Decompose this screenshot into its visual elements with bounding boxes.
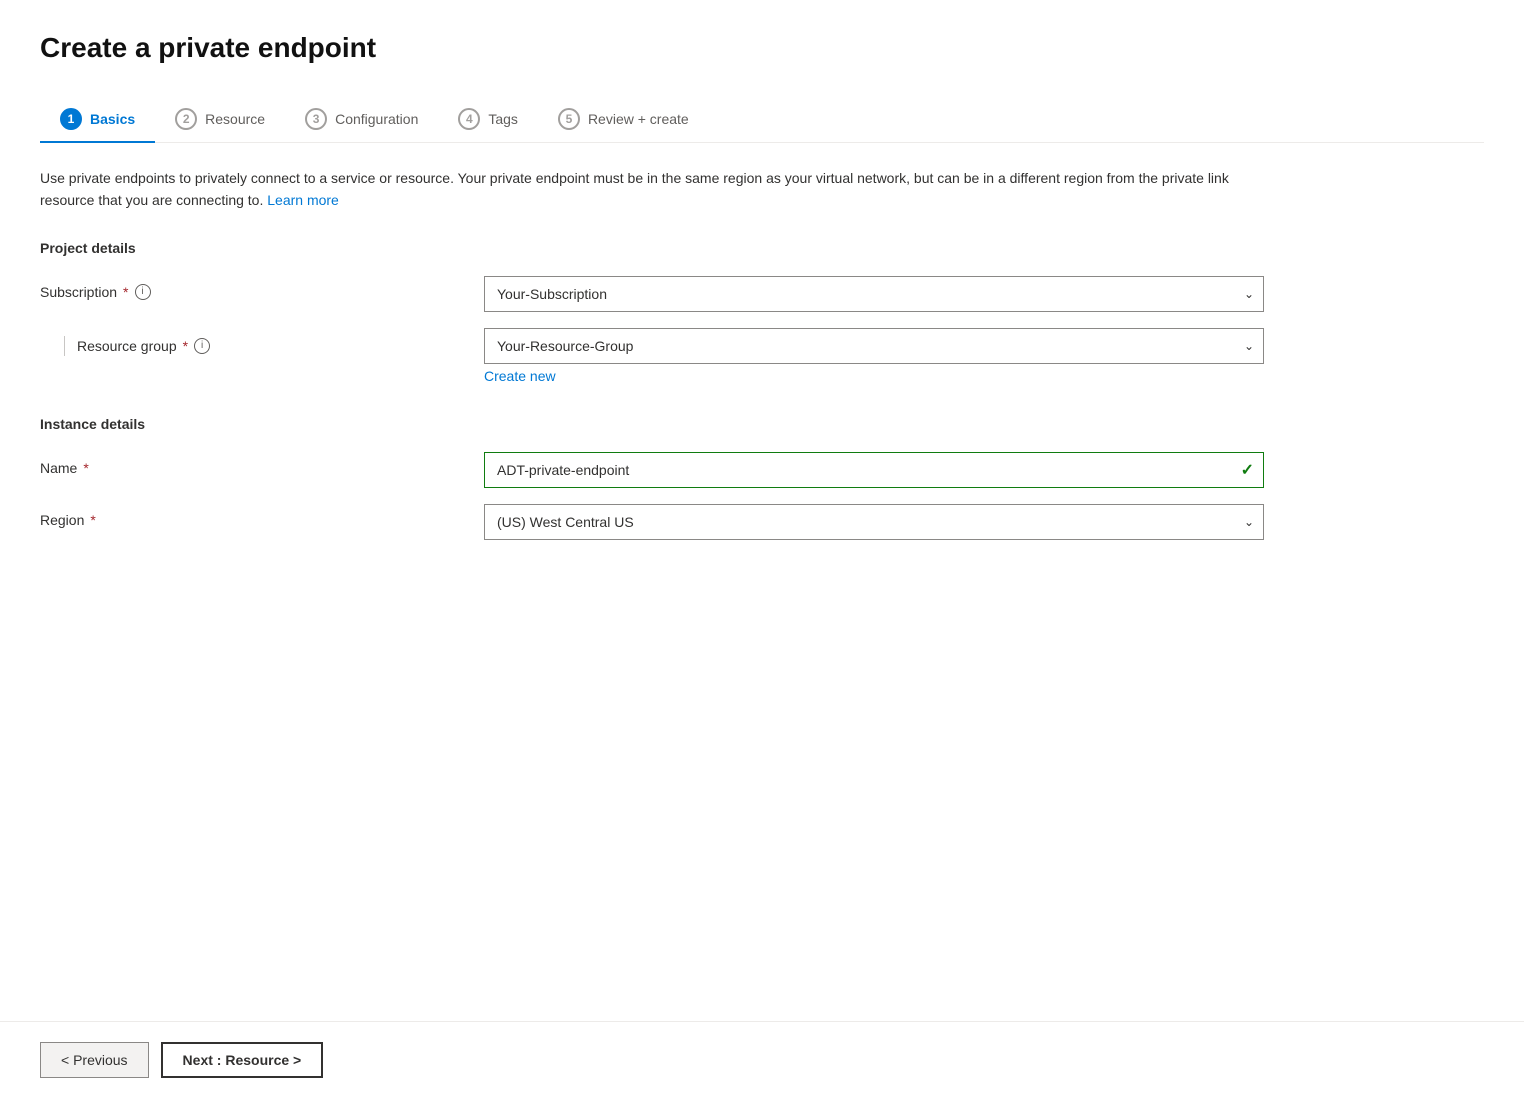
subscription-row: Subscription * i Your-Subscription ⌄ bbox=[40, 276, 1484, 312]
name-control: ✓ bbox=[484, 452, 1484, 488]
description-text: Use private endpoints to privately conne… bbox=[40, 167, 1240, 212]
footer-bar: < Previous Next : Resource > bbox=[0, 1021, 1524, 1098]
next-button[interactable]: Next : Resource > bbox=[161, 1042, 324, 1078]
region-select[interactable]: (US) West Central US bbox=[484, 504, 1264, 540]
learn-more-link[interactable]: Learn more bbox=[267, 192, 339, 208]
tab-label-review: Review + create bbox=[588, 111, 689, 127]
tab-label-tags: Tags bbox=[488, 111, 518, 127]
name-label-col: Name * bbox=[40, 452, 460, 476]
name-input-wrapper: ✓ bbox=[484, 452, 1264, 488]
name-valid-icon: ✓ bbox=[1241, 460, 1254, 480]
region-label: Region bbox=[40, 512, 84, 528]
region-row: Region * (US) West Central US ⌄ bbox=[40, 504, 1484, 540]
region-required: * bbox=[90, 512, 95, 528]
subscription-required: * bbox=[123, 284, 128, 300]
resource-group-required: * bbox=[183, 338, 188, 354]
project-details-section: Project details Subscription * i Your-Su… bbox=[40, 240, 1484, 384]
subscription-label-col: Subscription * i bbox=[40, 276, 460, 300]
name-row: Name * ✓ bbox=[40, 452, 1484, 488]
create-new-link[interactable]: Create new bbox=[484, 368, 556, 384]
tab-number-configuration: 3 bbox=[305, 108, 327, 130]
tab-label-configuration: Configuration bbox=[335, 111, 418, 127]
subscription-label: Subscription bbox=[40, 284, 117, 300]
tab-basics[interactable]: 1 Basics bbox=[40, 96, 155, 142]
region-dropdown-wrapper: (US) West Central US ⌄ bbox=[484, 504, 1264, 540]
tab-resource[interactable]: 2 Resource bbox=[155, 96, 285, 142]
tab-number-basics: 1 bbox=[60, 108, 82, 130]
resource-group-control: Your-Resource-Group ⌄ Create new bbox=[484, 328, 1484, 384]
previous-button[interactable]: < Previous bbox=[40, 1042, 149, 1078]
subscription-info-icon[interactable]: i bbox=[135, 284, 151, 300]
subscription-dropdown-wrapper: Your-Subscription ⌄ bbox=[484, 276, 1264, 312]
tab-tags[interactable]: 4 Tags bbox=[438, 96, 538, 142]
tab-number-review: 5 bbox=[558, 108, 580, 130]
resource-group-row: Resource group * i Your-Resource-Group ⌄… bbox=[40, 328, 1484, 384]
name-input[interactable] bbox=[484, 452, 1264, 488]
name-required: * bbox=[83, 460, 88, 476]
tab-configuration[interactable]: 3 Configuration bbox=[285, 96, 438, 142]
subscription-select[interactable]: Your-Subscription bbox=[484, 276, 1264, 312]
subscription-control: Your-Subscription ⌄ bbox=[484, 276, 1484, 312]
tab-number-resource: 2 bbox=[175, 108, 197, 130]
instance-details-title: Instance details bbox=[40, 416, 1484, 432]
tab-number-tags: 4 bbox=[458, 108, 480, 130]
resource-group-select[interactable]: Your-Resource-Group bbox=[484, 328, 1264, 364]
instance-details-section: Instance details Name * ✓ Region * bbox=[40, 416, 1484, 540]
resource-group-info-icon[interactable]: i bbox=[194, 338, 210, 354]
tabs-container: 1 Basics 2 Resource 3 Configuration 4 Ta… bbox=[40, 96, 1484, 143]
resource-group-dropdown-wrapper: Your-Resource-Group ⌄ bbox=[484, 328, 1264, 364]
tab-review-create[interactable]: 5 Review + create bbox=[538, 96, 709, 142]
resource-group-label-col: Resource group * i bbox=[40, 328, 460, 356]
name-label: Name bbox=[40, 460, 77, 476]
region-control: (US) West Central US ⌄ bbox=[484, 504, 1484, 540]
project-details-title: Project details bbox=[40, 240, 1484, 256]
resource-group-label: Resource group bbox=[77, 338, 177, 354]
region-label-col: Region * bbox=[40, 504, 460, 528]
tab-label-resource: Resource bbox=[205, 111, 265, 127]
page-title: Create a private endpoint bbox=[40, 32, 1484, 64]
tab-label-basics: Basics bbox=[90, 111, 135, 127]
